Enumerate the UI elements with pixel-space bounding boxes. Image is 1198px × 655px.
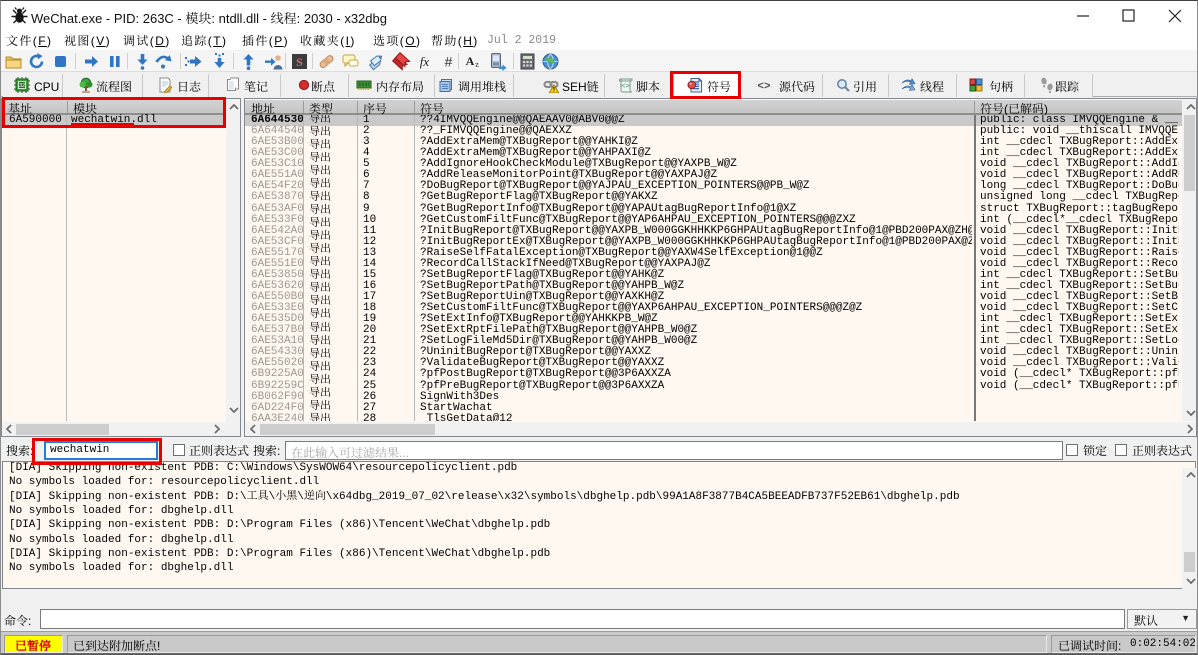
svg-text:A: A: [466, 54, 475, 68]
svg-text:32: 32: [19, 83, 25, 89]
svg-text:z: z: [475, 60, 479, 69]
svg-text:fx: fx: [420, 54, 430, 69]
svg-text:S: S: [296, 55, 303, 69]
svg-text:#: #: [445, 54, 453, 70]
svg-text:<>: <>: [757, 81, 771, 93]
svg-text:!: !: [553, 87, 555, 93]
svg-text:<>: <>: [621, 83, 629, 91]
